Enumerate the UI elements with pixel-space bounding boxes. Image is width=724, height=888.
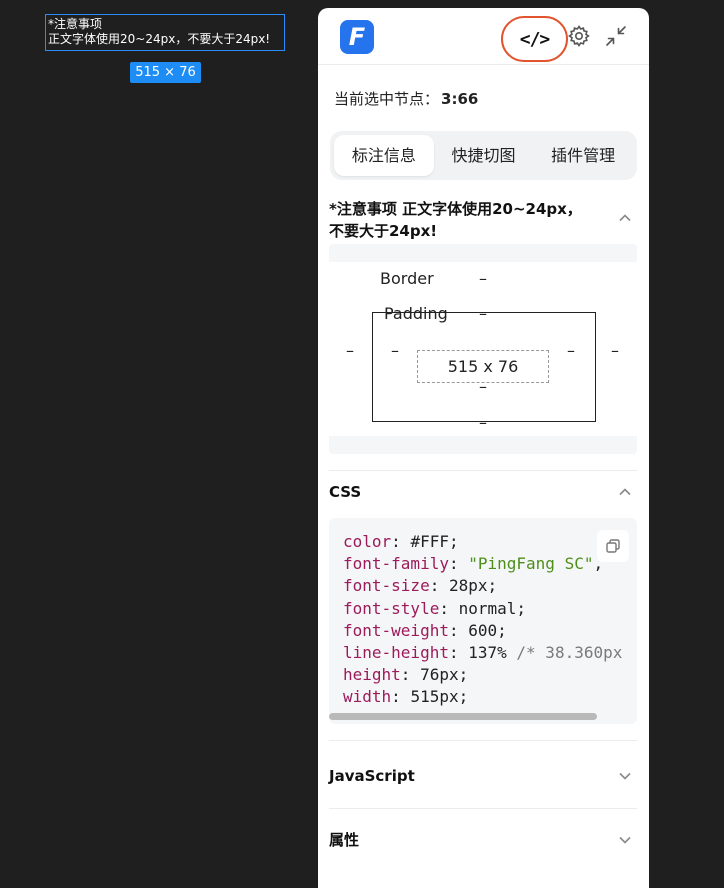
border-top-value: – [479, 269, 487, 288]
collapse-panel-button[interactable] [604, 24, 628, 53]
padding-bottom-value: – [479, 377, 487, 396]
css-line: color: #FFF; [343, 532, 459, 551]
css-line: height: 76px; [343, 665, 469, 685]
gear-icon [568, 25, 590, 47]
margin-right-value: – [611, 341, 619, 360]
chevron-up-icon [619, 488, 631, 496]
element-title-line-2: 不要大于24px! [329, 222, 438, 240]
element-title: *注意事项 正文字体使用20~24px， 不要大于24px! [329, 198, 582, 242]
canvas-text-line-1: *注意事项 [48, 17, 103, 31]
css-prop: width [343, 687, 392, 707]
css-line: width: 515px; [343, 687, 469, 707]
tab-plugin-management[interactable]: 插件管理 [533, 135, 633, 176]
expand-attributes-section[interactable] [617, 832, 633, 853]
code-view-button[interactable]: </> [501, 16, 568, 62]
tab-quick-slice[interactable]: 快捷切图 [434, 135, 534, 176]
css-line: font-family: "PingFang SC", [343, 554, 604, 574]
divider [329, 470, 637, 471]
css-prop: line-height [343, 643, 449, 663]
margin-left-value: – [346, 341, 354, 360]
border-bottom-value: – [479, 413, 487, 432]
css-value: 600 [468, 620, 498, 640]
css-section-title: CSS [329, 483, 362, 501]
app-logo: F [340, 20, 374, 54]
attributes-section-title[interactable]: 属性 [329, 829, 359, 851]
current-node-info: 当前选中节点： 3:66 [334, 88, 478, 109]
divider [329, 808, 637, 809]
canvas-selected-text-frame[interactable]: *注意事项 正文字体使用20~24px，不要大于24px! [45, 14, 285, 51]
css-value: 76px [420, 665, 459, 685]
copy-css-button[interactable] [597, 530, 629, 562]
panel-topbar: F </> [318, 8, 649, 65]
css-prop: font-family [343, 554, 449, 574]
code-icon: </> [519, 28, 550, 50]
chevron-down-icon [619, 772, 631, 780]
css-line: font-style: normal; [343, 598, 527, 618]
css-code-lines: color: #FFF; font-family: "PingFang SC", f… [343, 531, 622, 709]
selection-size-badge: 515 × 76 [130, 62, 201, 83]
box-model-diagram: Border – Padding – – – 515 x 76 – – – – [329, 244, 637, 454]
current-node-label: 当前选中节点： [334, 90, 440, 108]
chevron-down-icon [619, 836, 631, 844]
css-value: 515px [410, 687, 459, 707]
css-prop: font-size [343, 576, 430, 596]
padding-right-value: – [567, 341, 575, 360]
javascript-section-title[interactable]: JavaScript [329, 765, 415, 787]
css-prop: font-weight [343, 620, 449, 640]
css-horizontal-scrollbar[interactable] [329, 713, 597, 720]
css-code-block[interactable]: color: #FFF; font-family: "PingFang SC", f… [329, 518, 637, 724]
collapse-css-section[interactable] [617, 484, 633, 505]
border-label: Border [380, 269, 434, 288]
shrink-icon [606, 26, 626, 46]
css-value: "PingFang SC" [468, 554, 594, 574]
css-prop: font-style [343, 598, 440, 618]
copy-icon [606, 539, 620, 553]
css-value: #FFF [410, 532, 449, 551]
chevron-up-icon [619, 214, 631, 222]
canvas-text-line-2: 正文字体使用20~24px，不要大于24px! [48, 32, 271, 46]
css-prop: height [343, 665, 401, 685]
expand-javascript-section[interactable] [617, 768, 633, 789]
tab-annotation-info[interactable]: 标注信息 [334, 135, 434, 176]
settings-button[interactable] [567, 24, 591, 53]
css-line: line-height: 137% /* 38.360px [343, 643, 623, 663]
padding-label: Padding [384, 304, 448, 323]
current-node-value: 3:66 [441, 90, 479, 108]
padding-top-value: – [479, 304, 487, 323]
divider [329, 740, 637, 741]
box-model-canvas: Border – Padding – – – 515 x 76 – – – – [329, 262, 637, 436]
element-title-line-1: *注意事项 正文字体使用20~24px， [329, 200, 582, 218]
css-value: normal [458, 598, 517, 618]
css-prop: color [343, 532, 392, 551]
css-line: font-size: 28px; [343, 576, 498, 596]
css-comment: /* 38.360px [516, 643, 623, 663]
css-value: 28px [448, 576, 488, 596]
css-value: 137% [468, 643, 507, 663]
panel-tabs: 标注信息 快捷切图 插件管理 [330, 131, 637, 180]
collapse-element-section[interactable] [617, 210, 633, 231]
padding-left-value: – [391, 341, 399, 360]
css-line: font-weight: 600; [343, 620, 507, 640]
inspector-panel: F </> 当前选中节点： 3:66 标注信息 快捷切图 插件管理 *注意事项 正… [318, 8, 649, 888]
